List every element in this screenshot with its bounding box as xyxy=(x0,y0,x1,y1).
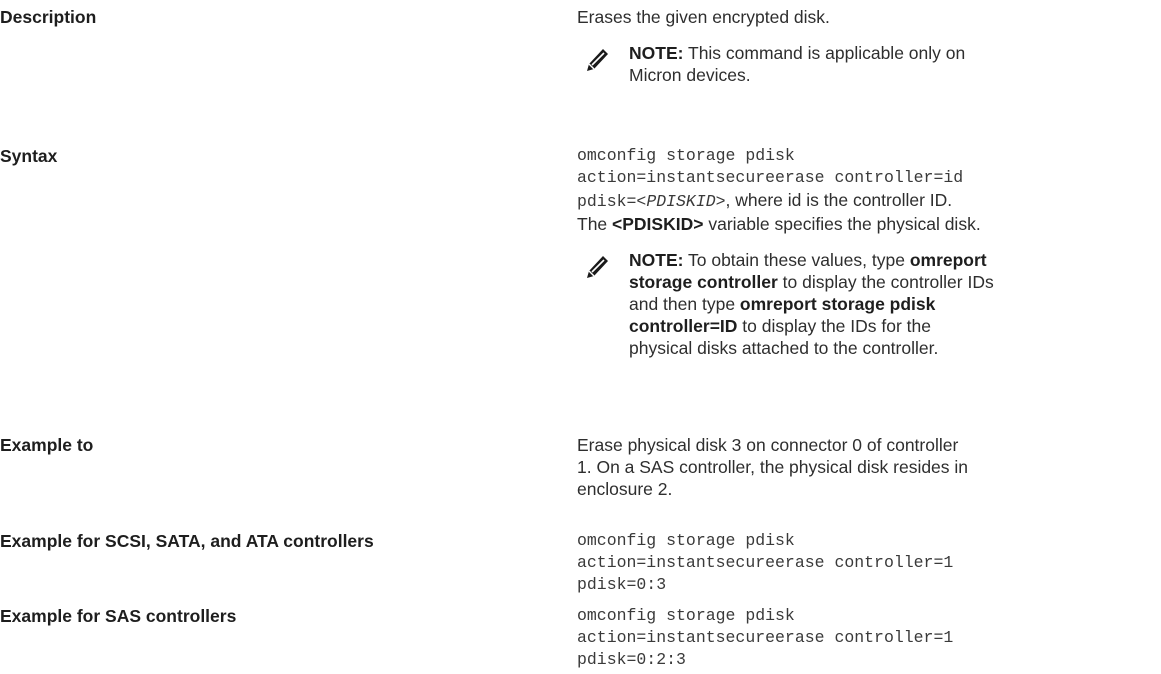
example-scsi-code: pdisk=0:3 xyxy=(577,575,667,594)
syntax-text: , where id is the controller ID. xyxy=(725,190,953,210)
example-to-text: Erase physical disk 3 on connector 0 of … xyxy=(577,435,959,455)
description-note: NOTE: This command is applicable only on… xyxy=(577,42,1157,86)
example-sas-code: action=instantsecureerase controller=1 xyxy=(577,628,954,647)
syntax-variable-name: <PDISKID> xyxy=(612,214,704,234)
syntax-code: > xyxy=(715,192,726,211)
note-command: omreport xyxy=(909,250,987,270)
syntax-variable: PDISKID xyxy=(646,192,716,211)
note-text: This command is applicable only on xyxy=(683,43,966,63)
note-text: To obtain these values, type xyxy=(683,250,910,270)
example-sas-code: omconfig storage pdisk xyxy=(577,606,795,625)
note-prefix: NOTE: xyxy=(629,43,684,63)
syntax-value: omconfig storage pdisk action=instantsec… xyxy=(577,145,1157,359)
note-command: omreport storage pdisk xyxy=(739,294,936,314)
syntax-code: omconfig storage pdisk xyxy=(577,146,795,165)
example-to-text: 1. On a SAS controller, the physical dis… xyxy=(577,457,969,477)
example-sas-label: Example for SAS controllers xyxy=(0,606,237,626)
syntax-code: action=instantsecureerase controller=id xyxy=(577,168,964,187)
example-to-value: Erase physical disk 3 on connector 0 of … xyxy=(577,434,1157,500)
description-label: Description xyxy=(0,7,97,27)
note-text: and then type xyxy=(629,294,740,314)
note-text: to display the controller IDs xyxy=(777,272,994,292)
syntax-label: Syntax xyxy=(0,146,58,166)
syntax-note: NOTE: To obtain these values, type omrep… xyxy=(577,249,1157,359)
description-value: Erases the given encrypted disk. NOTE: T… xyxy=(577,6,1157,86)
pencil-note-icon xyxy=(583,44,613,74)
pencil-note-icon xyxy=(583,251,613,281)
example-to-label: Example to xyxy=(0,435,94,455)
example-to-text: enclosure 2. xyxy=(577,479,673,499)
example-scsi-code: action=instantsecureerase controller=1 xyxy=(577,553,954,572)
note-text: physical disks attached to the controlle… xyxy=(629,338,939,358)
example-scsi-label: Example for SCSI, SATA, and ATA controll… xyxy=(0,531,374,551)
note-command: storage controller xyxy=(629,272,778,292)
note-text: to display the IDs for the xyxy=(737,316,932,336)
example-scsi-value: omconfig storage pdisk action=instantsec… xyxy=(577,530,1157,596)
description-text: Erases the given encrypted disk. xyxy=(577,7,830,27)
example-scsi-code: omconfig storage pdisk xyxy=(577,531,795,550)
note-text: Micron devices. xyxy=(629,65,751,85)
syntax-text: variable specifies the physical disk. xyxy=(703,214,981,234)
syntax-text: The xyxy=(577,214,613,234)
note-command: controller=ID xyxy=(629,316,738,336)
syntax-code: pdisk=< xyxy=(577,192,647,211)
example-sas-code: pdisk=0:2:3 xyxy=(577,650,686,669)
example-sas-value: omconfig storage pdisk action=instantsec… xyxy=(577,605,1157,671)
note-prefix: NOTE: xyxy=(629,250,684,270)
